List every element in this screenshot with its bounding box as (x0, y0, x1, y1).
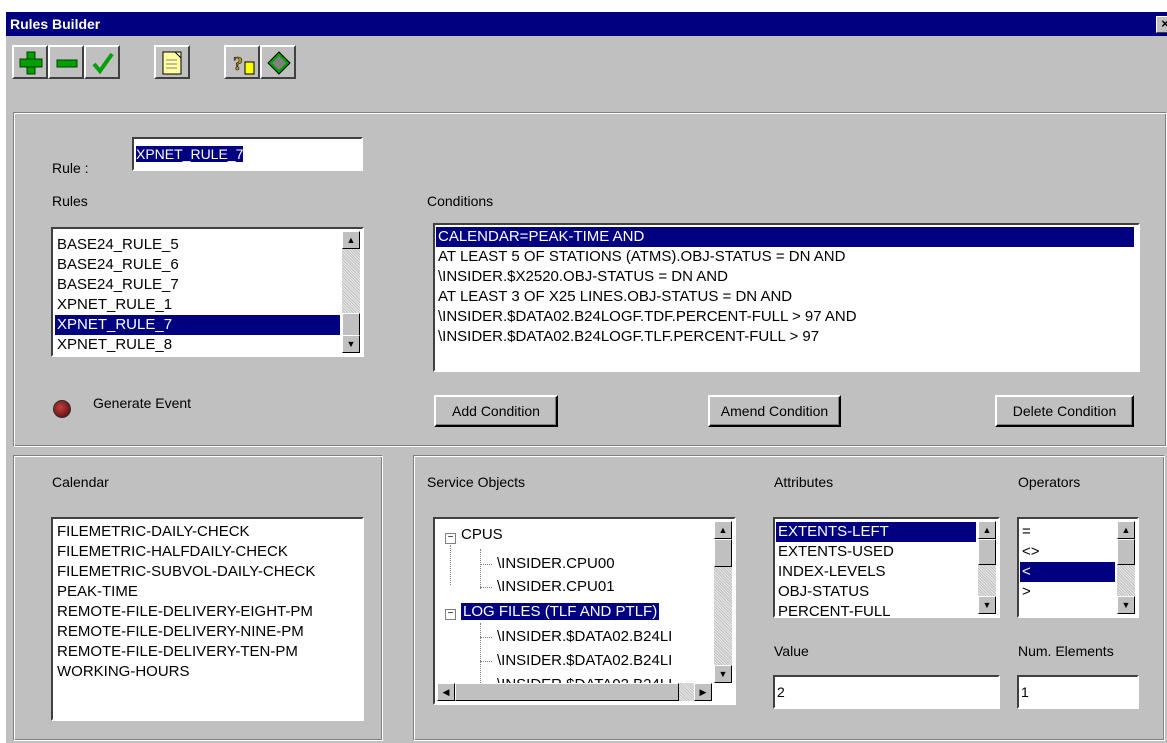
rule-name-field[interactable]: XPNET_RULE_7 (132, 137, 363, 171)
amend-condition-button[interactable]: Amend Condition (708, 395, 841, 427)
calendar-list-item[interactable]: REMOTE-FILE-DELIVERY-NINE-PM (55, 622, 358, 642)
calendar-list-item[interactable]: PEAK-TIME (55, 582, 358, 602)
document-icon (162, 51, 182, 75)
condition-list-item[interactable]: CALENDAR=PEAK-TIME AND (436, 227, 1134, 247)
scroll-up-icon[interactable]: ▲ (1117, 521, 1135, 539)
svg-text:?: ? (233, 53, 243, 75)
num-elements-field[interactable]: 1 (1017, 675, 1139, 709)
calendar-list-item[interactable]: FILEMETRIC-DAILY-CHECK (55, 522, 358, 542)
remove-rule-button[interactable] (48, 45, 84, 79)
rules-list[interactable]: BASE24_RULE_5 BASE24_RULE_6 BASE24_RULE_7 X… (51, 227, 364, 357)
tree-node-cpus[interactable]: CPUS (461, 524, 503, 546)
close-button[interactable]: × (1156, 16, 1167, 33)
scroll-left-icon[interactable]: ◀ (437, 683, 455, 701)
scroll-up-icon[interactable]: ▲ (714, 521, 732, 539)
num-elements-label: Num. Elements (1018, 643, 1114, 659)
delete-condition-button[interactable]: Delete Condition (995, 395, 1134, 427)
attributes-scrollbar[interactable]: ▲ ▼ (978, 521, 996, 614)
calendar-list-item[interactable]: FILEMETRIC-HALFDAILY-CHECK (55, 542, 358, 562)
operator-list-item[interactable]: > (1020, 582, 1115, 602)
check-icon (92, 52, 114, 75)
condition-list-item[interactable]: \INSIDER.$X2520.OBJ-STATUS = DN AND (436, 267, 1134, 287)
tree-node-log2[interactable]: \INSIDER.$DATA02.B24LI (497, 650, 672, 672)
rules-scrollbar[interactable]: ▲ ▼ (342, 231, 360, 353)
operator-list-item[interactable]: <> (1020, 542, 1115, 562)
attribute-list-item[interactable]: INDEX-LEVELS (776, 562, 976, 582)
apply-button[interactable] (84, 45, 120, 79)
calendar-list-item[interactable]: WORKING-HOURS (55, 662, 358, 682)
value-label: Value (774, 643, 809, 659)
conditions-list[interactable]: CALENDAR=PEAK-TIME AND AT LEAST 5 OF STAT… (433, 223, 1140, 372)
calendar-list-item[interactable]: FILEMETRIC-SUBVOL-DAILY-CHECK (55, 562, 358, 582)
scroll-down-icon[interactable]: ▼ (978, 596, 996, 614)
window-title: Rules Builder (10, 16, 101, 32)
attribute-list-item[interactable]: EXTENTS-USED (776, 542, 976, 562)
operators-list[interactable]: = <> < > ▲ ▼ (1017, 517, 1139, 618)
calendar-list-item[interactable]: REMOTE-FILE-DELIVERY-EIGHT-PM (55, 602, 358, 622)
attribute-list-item[interactable]: OBJ-STATUS (776, 582, 976, 602)
attribute-list-item[interactable]: PERCENT-FULL (776, 602, 976, 616)
rule-list-item[interactable]: XPNET_RULE_7 (55, 315, 340, 335)
generate-event-label: Generate Event (93, 395, 192, 411)
tree-node-log-files-label: LOG FILES (TLF AND PTLF) (461, 603, 660, 620)
attributes-label: Attributes (774, 474, 834, 490)
generate-event-led[interactable] (53, 400, 71, 418)
tree-node-log-files[interactable]: LOG FILES (TLF AND PTLF) (461, 601, 660, 623)
collapse-icon[interactable]: − (445, 609, 456, 620)
rule-list-item[interactable]: XPNET_RULE_8 (55, 335, 340, 355)
scroll-down-icon[interactable]: ▼ (342, 335, 360, 353)
condition-list-item[interactable]: \INSIDER.$DATA02.B24LOGF.TLF.PERCENT-FUL… (436, 327, 1134, 347)
attributes-list[interactable]: EXTENTS-LEFT EXTENTS-USED INDEX-LEVELS OBJ-… (773, 517, 1000, 618)
rules-builder-window: Rules Builder × ? Rule: XPNET_RULE_7 Ru… (5, 11, 1167, 743)
condition-list-item[interactable]: AT LEAST 3 OF X25 LINES.OBJ-STATUS = DN … (436, 287, 1134, 307)
new-document-button[interactable] (154, 45, 190, 79)
operators-label: Operators (1018, 474, 1081, 490)
tree-hscrollbar[interactable]: ◀ ▶ (437, 683, 712, 701)
scroll-right-icon[interactable]: ▶ (694, 683, 712, 701)
calendar-list[interactable]: FILEMETRIC-DAILY-CHECK FILEMETRIC-HALFDAI… (51, 517, 364, 721)
add-rule-button[interactable] (12, 45, 48, 79)
help-button[interactable]: ? (224, 45, 260, 79)
rule-list-item[interactable]: BASE24_RULE_5 (55, 235, 340, 255)
rules-label: Rules (52, 193, 88, 209)
add-condition-button[interactable]: Add Condition (434, 395, 558, 427)
help-icon: ? (233, 53, 255, 75)
attribute-list-item[interactable]: EXTENTS-LEFT (776, 522, 976, 542)
operator-list-item[interactable]: < (1020, 562, 1115, 582)
calendar-label: Calendar (52, 474, 109, 490)
tree-vscroll-thumb[interactable] (714, 539, 732, 567)
tree-node-log1[interactable]: \INSIDER.$DATA02.B24LI (497, 626, 672, 648)
condition-list-item[interactable]: \INSIDER.$DATA02.B24LOGF.TDF.PERCENT-FUL… (436, 307, 1134, 327)
service-objects-label: Service Objects (427, 474, 526, 490)
scroll-down-icon[interactable]: ▼ (714, 665, 732, 683)
service-objects-tree[interactable]: − CPUS \INSIDER.CPU00 \INSIDER.CPU01 − L… (433, 517, 736, 705)
plus-icon (19, 51, 43, 75)
title-bar: Rules Builder × (6, 12, 1167, 36)
rule-list-item[interactable]: BASE24_RULE_7 (55, 275, 340, 295)
tree-node-cpu01[interactable]: \INSIDER.CPU01 (497, 576, 615, 598)
rule-list-item[interactable]: BASE24_RULE_6 (55, 255, 340, 275)
tree-node-cpu00[interactable]: \INSIDER.CPU00 (497, 553, 615, 575)
conditions-label: Conditions (427, 193, 494, 209)
rule-label: Rule : (52, 160, 89, 176)
scroll-up-icon[interactable]: ▲ (978, 521, 996, 539)
operators-scrollbar[interactable]: ▲ ▼ (1117, 521, 1135, 614)
value-field[interactable]: 2 (773, 675, 1000, 709)
collapse-icon[interactable]: − (445, 533, 456, 544)
calendar-list-item[interactable]: REMOTE-FILE-DELIVERY-TEN-PM (55, 642, 358, 662)
tree-hscroll-thumb[interactable] (455, 683, 679, 701)
diamond-icon (267, 51, 291, 75)
tree-vscrollbar[interactable]: ▲ ▼ (714, 521, 732, 683)
attributes-scroll-thumb[interactable] (978, 539, 996, 565)
minus-icon (56, 59, 78, 68)
operator-list-item[interactable]: = (1020, 522, 1115, 542)
rule-name-value: XPNET_RULE_7 (136, 146, 244, 162)
condition-list-item[interactable]: AT LEAST 5 OF STATIONS (ATMS).OBJ-STATUS… (436, 247, 1134, 267)
operators-scroll-thumb[interactable] (1117, 539, 1135, 565)
scroll-down-icon[interactable]: ▼ (1117, 596, 1135, 614)
diamond-button[interactable] (260, 45, 296, 79)
rule-list-item[interactable]: XPNET_RULE_1 (55, 295, 340, 315)
scroll-up-icon[interactable]: ▲ (342, 231, 360, 249)
